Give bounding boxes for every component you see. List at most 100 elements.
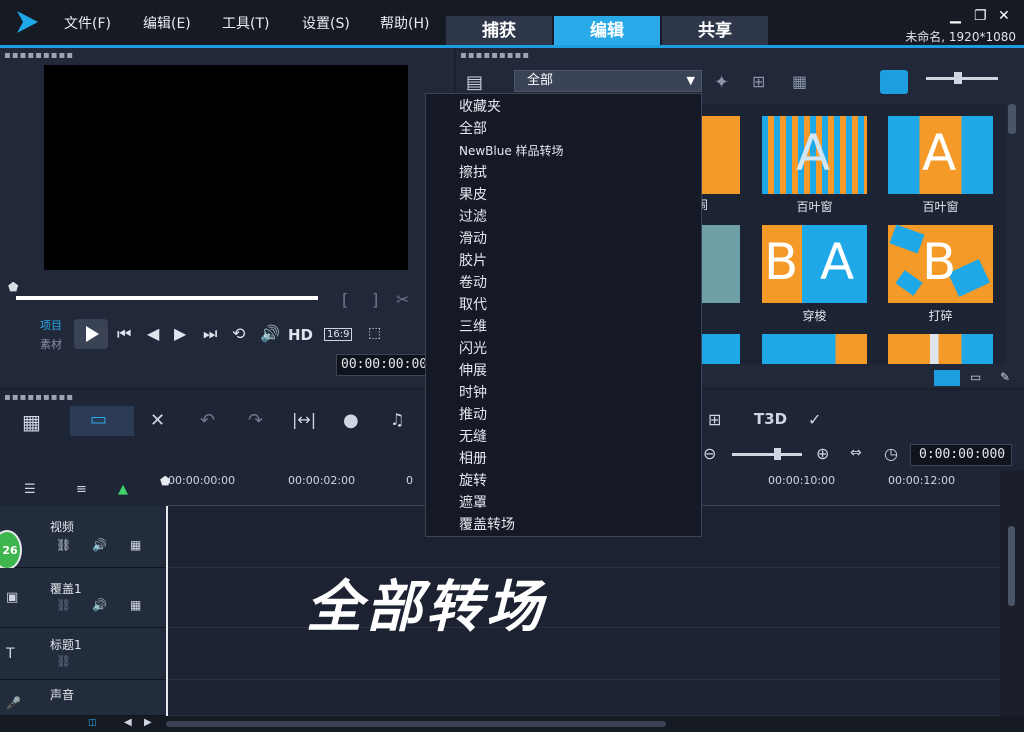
- close-icon[interactable]: ✕: [998, 8, 1010, 24]
- dropdown-item[interactable]: 推动: [426, 404, 701, 426]
- minimize-icon[interactable]: ▁: [950, 8, 961, 24]
- audio-mix-icon[interactable]: ♫: [390, 410, 404, 429]
- tab-capture[interactable]: 捕获: [446, 16, 552, 46]
- undo-icon[interactable]: ↶: [200, 410, 215, 431]
- dropdown-item[interactable]: 伸展: [426, 360, 701, 382]
- hscroll-thumb[interactable]: [166, 721, 666, 727]
- link-icon[interactable]: ⛓: [56, 538, 71, 552]
- dropdown-item[interactable]: 三维: [426, 316, 701, 338]
- track-video[interactable]: ▶ 视频 ⛓ 🔊 ▦: [0, 506, 166, 568]
- restore-icon[interactable]: ❐: [974, 8, 987, 24]
- ripple-icon[interactable]: ▦: [130, 598, 141, 612]
- link-icon[interactable]: ⛓: [56, 598, 71, 612]
- timeline-view-button[interactable]: ▭: [70, 406, 134, 436]
- zoom-slider-knob[interactable]: [774, 448, 781, 460]
- zoom-out-icon[interactable]: ⊖: [703, 444, 716, 463]
- playhead-icon[interactable]: ⬟: [160, 474, 170, 488]
- thumbnail-partial[interactable]: [762, 334, 867, 364]
- dropdown-item[interactable]: 果皮: [426, 184, 701, 206]
- dropdown-item[interactable]: 过滤: [426, 206, 701, 228]
- dropdown-item[interactable]: 遮罩: [426, 492, 701, 514]
- dropdown-item[interactable]: 擦拭: [426, 162, 701, 184]
- thumbnail-partial[interactable]: [888, 334, 993, 364]
- redo-icon[interactable]: ↷: [248, 410, 263, 431]
- text-transition-icon[interactable]: ⊞: [752, 72, 765, 91]
- repeat-icon[interactable]: ⟲: [232, 324, 245, 343]
- tools-icon[interactable]: ✕: [150, 410, 165, 431]
- dropdown-item[interactable]: 覆盖转场: [426, 514, 701, 536]
- edit-icon[interactable]: ✎: [1000, 370, 1010, 384]
- grid-view-icon[interactable]: ▭: [970, 370, 981, 384]
- end-icon[interactable]: ⏭: [203, 324, 217, 344]
- filter-library-icon[interactable]: ▦: [792, 72, 807, 91]
- dropdown-item[interactable]: 无缝: [426, 426, 701, 448]
- audio-track-area[interactable]: [166, 680, 1000, 716]
- media-library-icon[interactable]: ▤: [466, 72, 483, 93]
- library-scrollbar[interactable]: [1008, 104, 1016, 134]
- dropdown-item[interactable]: 全部: [426, 118, 701, 140]
- subtitle-icon[interactable]: ✓: [808, 410, 821, 429]
- dropdown-item[interactable]: 相册: [426, 448, 701, 470]
- crop-icon[interactable]: ⬚: [368, 325, 381, 341]
- volume-icon[interactable]: 🔊: [92, 538, 107, 552]
- dropdown-item[interactable]: 滑动: [426, 228, 701, 250]
- view-toggle-button[interactable]: [880, 70, 908, 94]
- ripple-icon[interactable]: ▦: [130, 538, 141, 552]
- clip-mode-label[interactable]: 素材: [40, 336, 62, 352]
- fit-icon[interactable]: |↔|: [292, 410, 316, 429]
- scrubber-bar[interactable]: [16, 296, 318, 300]
- thumbnail-blinds-1[interactable]: A: [762, 116, 867, 194]
- dropdown-item[interactable]: 取代: [426, 294, 701, 316]
- menu-edit[interactable]: 编辑(E): [143, 13, 191, 33]
- menu-tools[interactable]: 工具(T): [222, 13, 269, 33]
- volume-icon[interactable]: 🔊: [92, 598, 107, 612]
- dropdown-item[interactable]: 卷动: [426, 272, 701, 294]
- category-dropdown-menu[interactable]: 收藏夹 全部 NewBlue 样品转场 擦拭 果皮 过滤 滑动 胶片 卷动 取代 三维 闪光 伸展 时钟推…: [425, 93, 702, 537]
- scroll-left-icon[interactable]: ◀: [124, 717, 132, 728]
- home-icon[interactable]: ⏮: [117, 324, 131, 344]
- scrubber-handle-icon[interactable]: ⬟: [8, 280, 18, 294]
- next-frame-icon[interactable]: ▶: [174, 324, 186, 343]
- timeline-vscroll[interactable]: [1000, 506, 1024, 716]
- link-icon[interactable]: ⛓: [56, 654, 71, 668]
- slider-knob[interactable]: [954, 72, 962, 84]
- tab-share[interactable]: 共享: [662, 16, 768, 46]
- timeline-timecode[interactable]: 0:00:00:000: [910, 444, 1012, 466]
- dropdown-item[interactable]: 时钟: [426, 382, 701, 404]
- mark-out-icon[interactable]: ]: [372, 290, 378, 309]
- dropdown-item[interactable]: 旋转: [426, 470, 701, 492]
- dropdown-item[interactable]: NewBlue 样品转场: [426, 140, 701, 162]
- menu-settings[interactable]: 设置(S): [302, 13, 350, 33]
- zoom-in-icon[interactable]: ⊕: [816, 444, 829, 463]
- thumbnail-partial[interactable]: [702, 225, 740, 303]
- preview-screen[interactable]: [44, 65, 408, 270]
- 3d-title-icon[interactable]: T3D: [754, 410, 787, 428]
- scissors-icon[interactable]: ✂: [396, 290, 409, 309]
- thumbnail-partial[interactable]: [702, 116, 740, 194]
- prev-frame-icon[interactable]: ◀: [147, 324, 159, 343]
- scroll-right-icon[interactable]: ▶: [144, 717, 152, 728]
- mark-in-icon[interactable]: [: [342, 290, 348, 309]
- hd-toggle[interactable]: HD: [288, 326, 313, 344]
- tab-edit[interactable]: 编辑: [554, 16, 660, 46]
- track-audio[interactable]: 🎤 声音: [0, 680, 166, 716]
- thumbnail-partial[interactable]: [702, 334, 740, 364]
- fit-project-icon[interactable]: ⇔: [850, 445, 862, 461]
- dropdown-item[interactable]: 闪光: [426, 338, 701, 360]
- track-overlay[interactable]: ▣ 覆盖1 ⛓ 🔊 ▦: [0, 568, 166, 628]
- thumbnail-shatter[interactable]: B: [888, 224, 993, 303]
- aspect-ratio-button[interactable]: 16:9: [324, 328, 353, 341]
- project-mode-label[interactable]: 项目: [40, 317, 62, 333]
- category-select[interactable]: 全部 ▼: [514, 70, 702, 92]
- storyboard-view-icon[interactable]: ▦: [22, 410, 41, 434]
- track-title[interactable]: T 标题1 ⛓: [0, 628, 166, 680]
- title-track-area[interactable]: [166, 628, 1000, 680]
- vscroll-thumb[interactable]: [1008, 526, 1015, 606]
- volume-icon[interactable]: 🔊: [260, 324, 280, 343]
- ripple-edit-icon[interactable]: ▲: [118, 482, 128, 497]
- zoom-slider[interactable]: [732, 453, 802, 456]
- list-view-button[interactable]: [934, 370, 960, 386]
- record-icon[interactable]: ●: [343, 410, 359, 431]
- thumbnail-shuttle[interactable]: B A: [762, 225, 867, 303]
- dropdown-item[interactable]: 胶片: [426, 250, 701, 272]
